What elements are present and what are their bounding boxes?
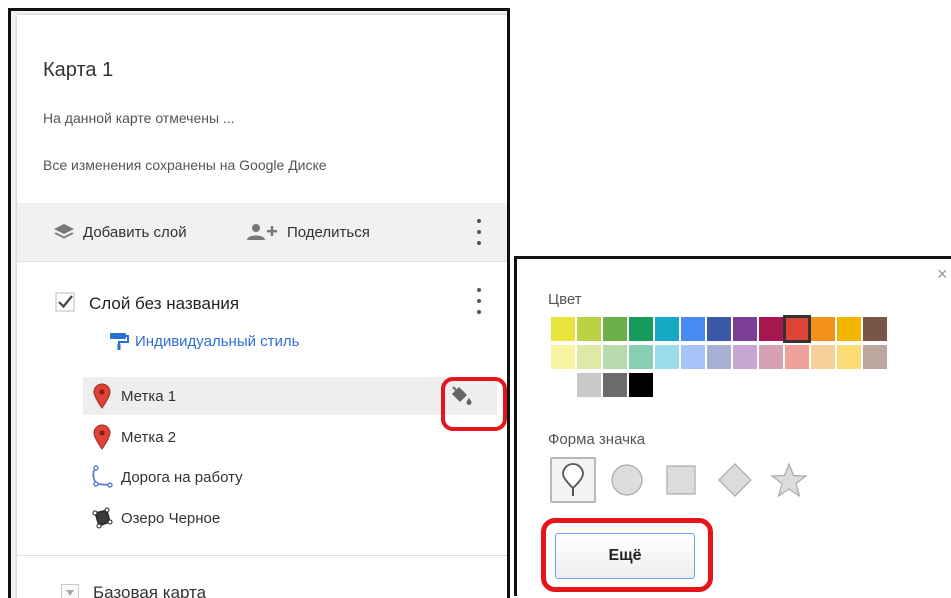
star-shape-option[interactable]	[766, 457, 812, 503]
color-swatch[interactable]	[655, 317, 679, 341]
color-swatch[interactable]	[733, 345, 757, 369]
color-swatch[interactable]	[811, 345, 835, 369]
color-swatch[interactable]	[759, 317, 783, 341]
icon-shape-label: Форма значка	[548, 431, 646, 448]
pin-shape-option[interactable]	[550, 457, 596, 503]
color-label: Цвет	[548, 291, 582, 308]
pin-shape-icon	[562, 463, 584, 496]
color-swatch[interactable]	[811, 317, 835, 341]
map-editor-frame: Карта 1 На данной карте отмечены ... Все…	[8, 8, 510, 598]
color-swatch[interactable]	[785, 345, 809, 369]
layer-visibility-checkbox[interactable]	[55, 292, 75, 312]
panel-toolbar: Добавить слой Поделиться	[17, 203, 507, 262]
color-swatch[interactable]	[577, 345, 601, 369]
color-row	[551, 315, 889, 343]
paint-roller-icon	[110, 333, 129, 350]
diamond-shape-option[interactable]	[712, 457, 758, 503]
color-swatch[interactable]	[603, 345, 627, 369]
base-map-label: Базовая карта	[93, 583, 207, 598]
layers-icon	[54, 224, 74, 239]
circle-shape-icon	[611, 464, 643, 496]
share-label: Поделиться	[287, 223, 370, 241]
red-pin-icon	[93, 424, 111, 450]
color-swatch[interactable]	[681, 345, 705, 369]
red-pin-icon	[93, 383, 111, 409]
layer-more-options-icon[interactable]	[469, 288, 489, 314]
color-swatch[interactable]	[629, 345, 653, 369]
feature-item-4[interactable]: Озеро Черное	[83, 499, 497, 537]
color-swatch[interactable]	[577, 317, 601, 341]
color-swatch[interactable]	[603, 317, 627, 341]
color-swatch[interactable]	[863, 345, 887, 369]
highlight-annotation-more	[541, 518, 713, 592]
feature-label: Дорога на работу	[121, 468, 243, 486]
close-icon[interactable]: ×	[937, 265, 948, 283]
color-swatch[interactable]	[707, 317, 731, 341]
toolbar-more-options-icon[interactable]	[469, 219, 489, 245]
icon-shape-picker	[550, 457, 820, 503]
feature-label: Метка 2	[121, 428, 177, 446]
color-swatch[interactable]	[733, 317, 757, 341]
map-title[interactable]: Карта 1	[43, 59, 113, 82]
color-swatch[interactable]	[603, 373, 627, 397]
diamond-shape-icon	[718, 463, 752, 497]
color-swatch[interactable]	[551, 345, 575, 369]
color-swatch[interactable]	[681, 317, 705, 341]
color-swatch[interactable]	[577, 373, 601, 397]
map-description[interactable]: На данной карте отмечены ...	[43, 110, 235, 126]
color-swatch[interactable]	[759, 345, 783, 369]
feature-label: Метка 1	[121, 387, 177, 405]
expand-triangle-icon[interactable]	[61, 584, 79, 598]
style-popup: × Цвет Форма значка Ещё	[514, 256, 951, 596]
save-status: Все изменения сохранены на Google Диске	[43, 157, 327, 173]
square-shape-option[interactable]	[658, 457, 704, 503]
color-palette	[551, 315, 889, 401]
share-button[interactable]: Поделиться	[245, 203, 370, 261]
individual-style-link[interactable]: Индивидуальный стиль	[109, 331, 299, 351]
polygon-icon	[92, 507, 113, 529]
base-map-section[interactable]: Базовая карта	[61, 583, 206, 598]
feature-label: Озеро Черное	[121, 509, 221, 527]
color-swatch[interactable]	[551, 317, 575, 341]
color-swatch[interactable]	[655, 345, 679, 369]
add-layer-button[interactable]: Добавить слой	[53, 203, 187, 261]
feature-item-1[interactable]: Метка 1	[83, 377, 497, 415]
add-person-icon	[247, 224, 277, 240]
color-swatch[interactable]	[707, 345, 731, 369]
color-row	[551, 345, 889, 371]
section-divider	[17, 555, 507, 556]
color-row	[551, 373, 889, 399]
color-swatch[interactable]	[837, 317, 861, 341]
layers-panel: Карта 1 На данной карте отмечены ... Все…	[17, 15, 507, 598]
circle-shape-option[interactable]	[604, 457, 650, 503]
star-shape-icon	[770, 462, 808, 498]
individual-style-label: Индивидуальный стиль	[135, 332, 300, 350]
feature-item-3[interactable]: Дорога на работу	[83, 458, 497, 496]
color-swatch[interactable]	[783, 315, 811, 343]
color-swatch[interactable]	[551, 373, 575, 397]
color-swatch[interactable]	[837, 345, 861, 369]
square-shape-icon	[666, 465, 696, 495]
color-swatch[interactable]	[629, 373, 653, 397]
color-swatch[interactable]	[863, 317, 887, 341]
color-swatch[interactable]	[629, 317, 653, 341]
layer-name[interactable]: Слой без названия	[89, 294, 239, 314]
feature-item-2[interactable]: Метка 2	[83, 418, 497, 456]
add-layer-label: Добавить слой	[83, 223, 187, 241]
line-path-icon	[92, 465, 113, 488]
